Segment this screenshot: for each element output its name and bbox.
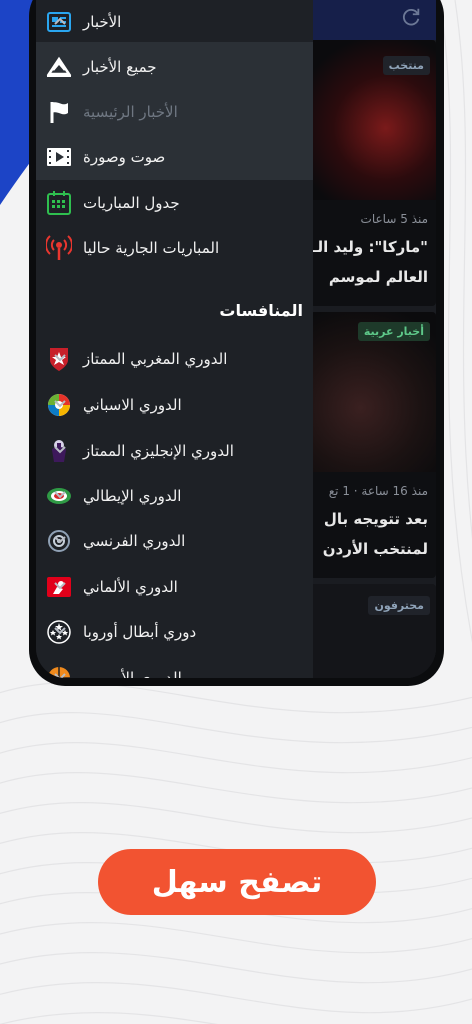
section-title-competitions: المنافسات <box>219 301 303 320</box>
flag-icon <box>46 99 72 125</box>
menu-item-live-matches[interactable]: المباريات الجارية حاليا <box>36 226 313 270</box>
submenu-item-video[interactable]: صوت وصورة <box>36 135 313 179</box>
menu-item-label: جدول المباريات <box>83 194 180 212</box>
live-broadcast-icon <box>46 235 72 261</box>
competition-item[interactable]: الدوري الاسباني <box>36 383 313 427</box>
news-card-tag: محترفون <box>368 596 430 615</box>
chevron-down-icon[interactable] <box>52 623 68 639</box>
refresh-icon[interactable] <box>400 6 422 28</box>
competition-label: الدوري الألماني <box>83 578 178 596</box>
competition-item[interactable]: الدوري الألماني <box>36 565 313 609</box>
news-card-tag: أخبار عربية <box>357 322 430 341</box>
competition-label: الدوري الفرنسي <box>83 532 186 550</box>
news-card-tag: منتخب <box>382 56 430 75</box>
logo-icon <box>46 54 72 80</box>
news-card[interactable]: أخبار عربية منذ 16 ساعة · 1 تع بعد تتويج… <box>310 312 436 578</box>
submenu-item-all-news[interactable]: جميع الأخبار <box>36 45 313 89</box>
menu-item-label: الأخبار <box>83 13 122 31</box>
competition-label: الدوري الإيطالي <box>83 487 182 505</box>
chevron-down-icon[interactable] <box>52 442 68 458</box>
competition-item[interactable]: دوري أبطال أوروبا <box>36 610 313 654</box>
competition-item[interactable]: الدوري المغربي الممتاز <box>36 337 313 381</box>
competition-item[interactable]: الدوري الأوروبي <box>36 656 313 678</box>
competition-item[interactable]: الدوري الإيطالي <box>36 474 313 518</box>
headline-line: بعد تتويجه بال <box>323 510 428 528</box>
news-card-time: منذ 5 ساعات <box>360 212 428 226</box>
video-icon <box>46 144 72 170</box>
headline-line: "ماركا": وليد الـ <box>312 238 428 256</box>
menu-item-news[interactable]: الأخبار <box>36 0 313 44</box>
cta-banner: تصفح سهل <box>98 849 376 915</box>
competition-label: الدوري المغربي الممتاز <box>83 350 228 368</box>
chevron-down-icon[interactable] <box>52 396 68 412</box>
submenu-item-top-news[interactable]: الأخبار الرئيسية <box>36 90 313 134</box>
news-card-headline: بعد تتويجه بال لمنتخب الأردن <box>310 504 428 564</box>
submenu-item-label: جميع الأخبار <box>83 58 157 76</box>
headline-line: لمنتخب الأردن <box>322 540 428 558</box>
news-card-headline: "ماركا": وليد الـ العالم لموسم <box>310 232 428 292</box>
competition-item[interactable]: الدوري الإنجليزي الممتاز <box>36 429 313 473</box>
competition-label: الدوري الأوروبي <box>83 669 182 678</box>
chevron-up-icon[interactable] <box>52 13 68 29</box>
calendar-icon <box>46 190 72 216</box>
phone-screen: منتخب منذ 5 ساعات "ماركا": وليد الـ العا… <box>36 0 436 678</box>
menu-item-fixtures[interactable]: جدول المباريات <box>36 181 313 225</box>
competition-label: الدوري الاسباني <box>83 396 182 414</box>
navigation-drawer: الأخبار جميع الأخبار الأخبار الرئيسية صو… <box>36 0 313 678</box>
submenu-item-label: الأخبار الرئيسية <box>83 103 178 121</box>
competition-label: دوري أبطال أوروبا <box>83 623 197 641</box>
chevron-down-icon[interactable] <box>52 487 68 503</box>
submenu-item-label: صوت وصورة <box>83 148 166 166</box>
headline-line: العالم لموسم <box>328 268 428 286</box>
news-card[interactable]: محترفون <box>310 584 436 678</box>
chevron-down-icon[interactable] <box>52 350 68 366</box>
chevron-down-icon[interactable] <box>52 532 68 548</box>
menu-item-label: المباريات الجارية حاليا <box>83 239 220 257</box>
news-card[interactable]: منتخب منذ 5 ساعات "ماركا": وليد الـ العا… <box>310 40 436 306</box>
competition-item[interactable]: الدوري الفرنسي <box>36 519 313 563</box>
chevron-down-icon[interactable] <box>52 669 68 678</box>
news-card-time: منذ 16 ساعة · 1 تع <box>328 484 428 498</box>
competition-label: الدوري الإنجليزي الممتاز <box>83 442 234 460</box>
chevron-down-icon[interactable] <box>52 578 68 594</box>
